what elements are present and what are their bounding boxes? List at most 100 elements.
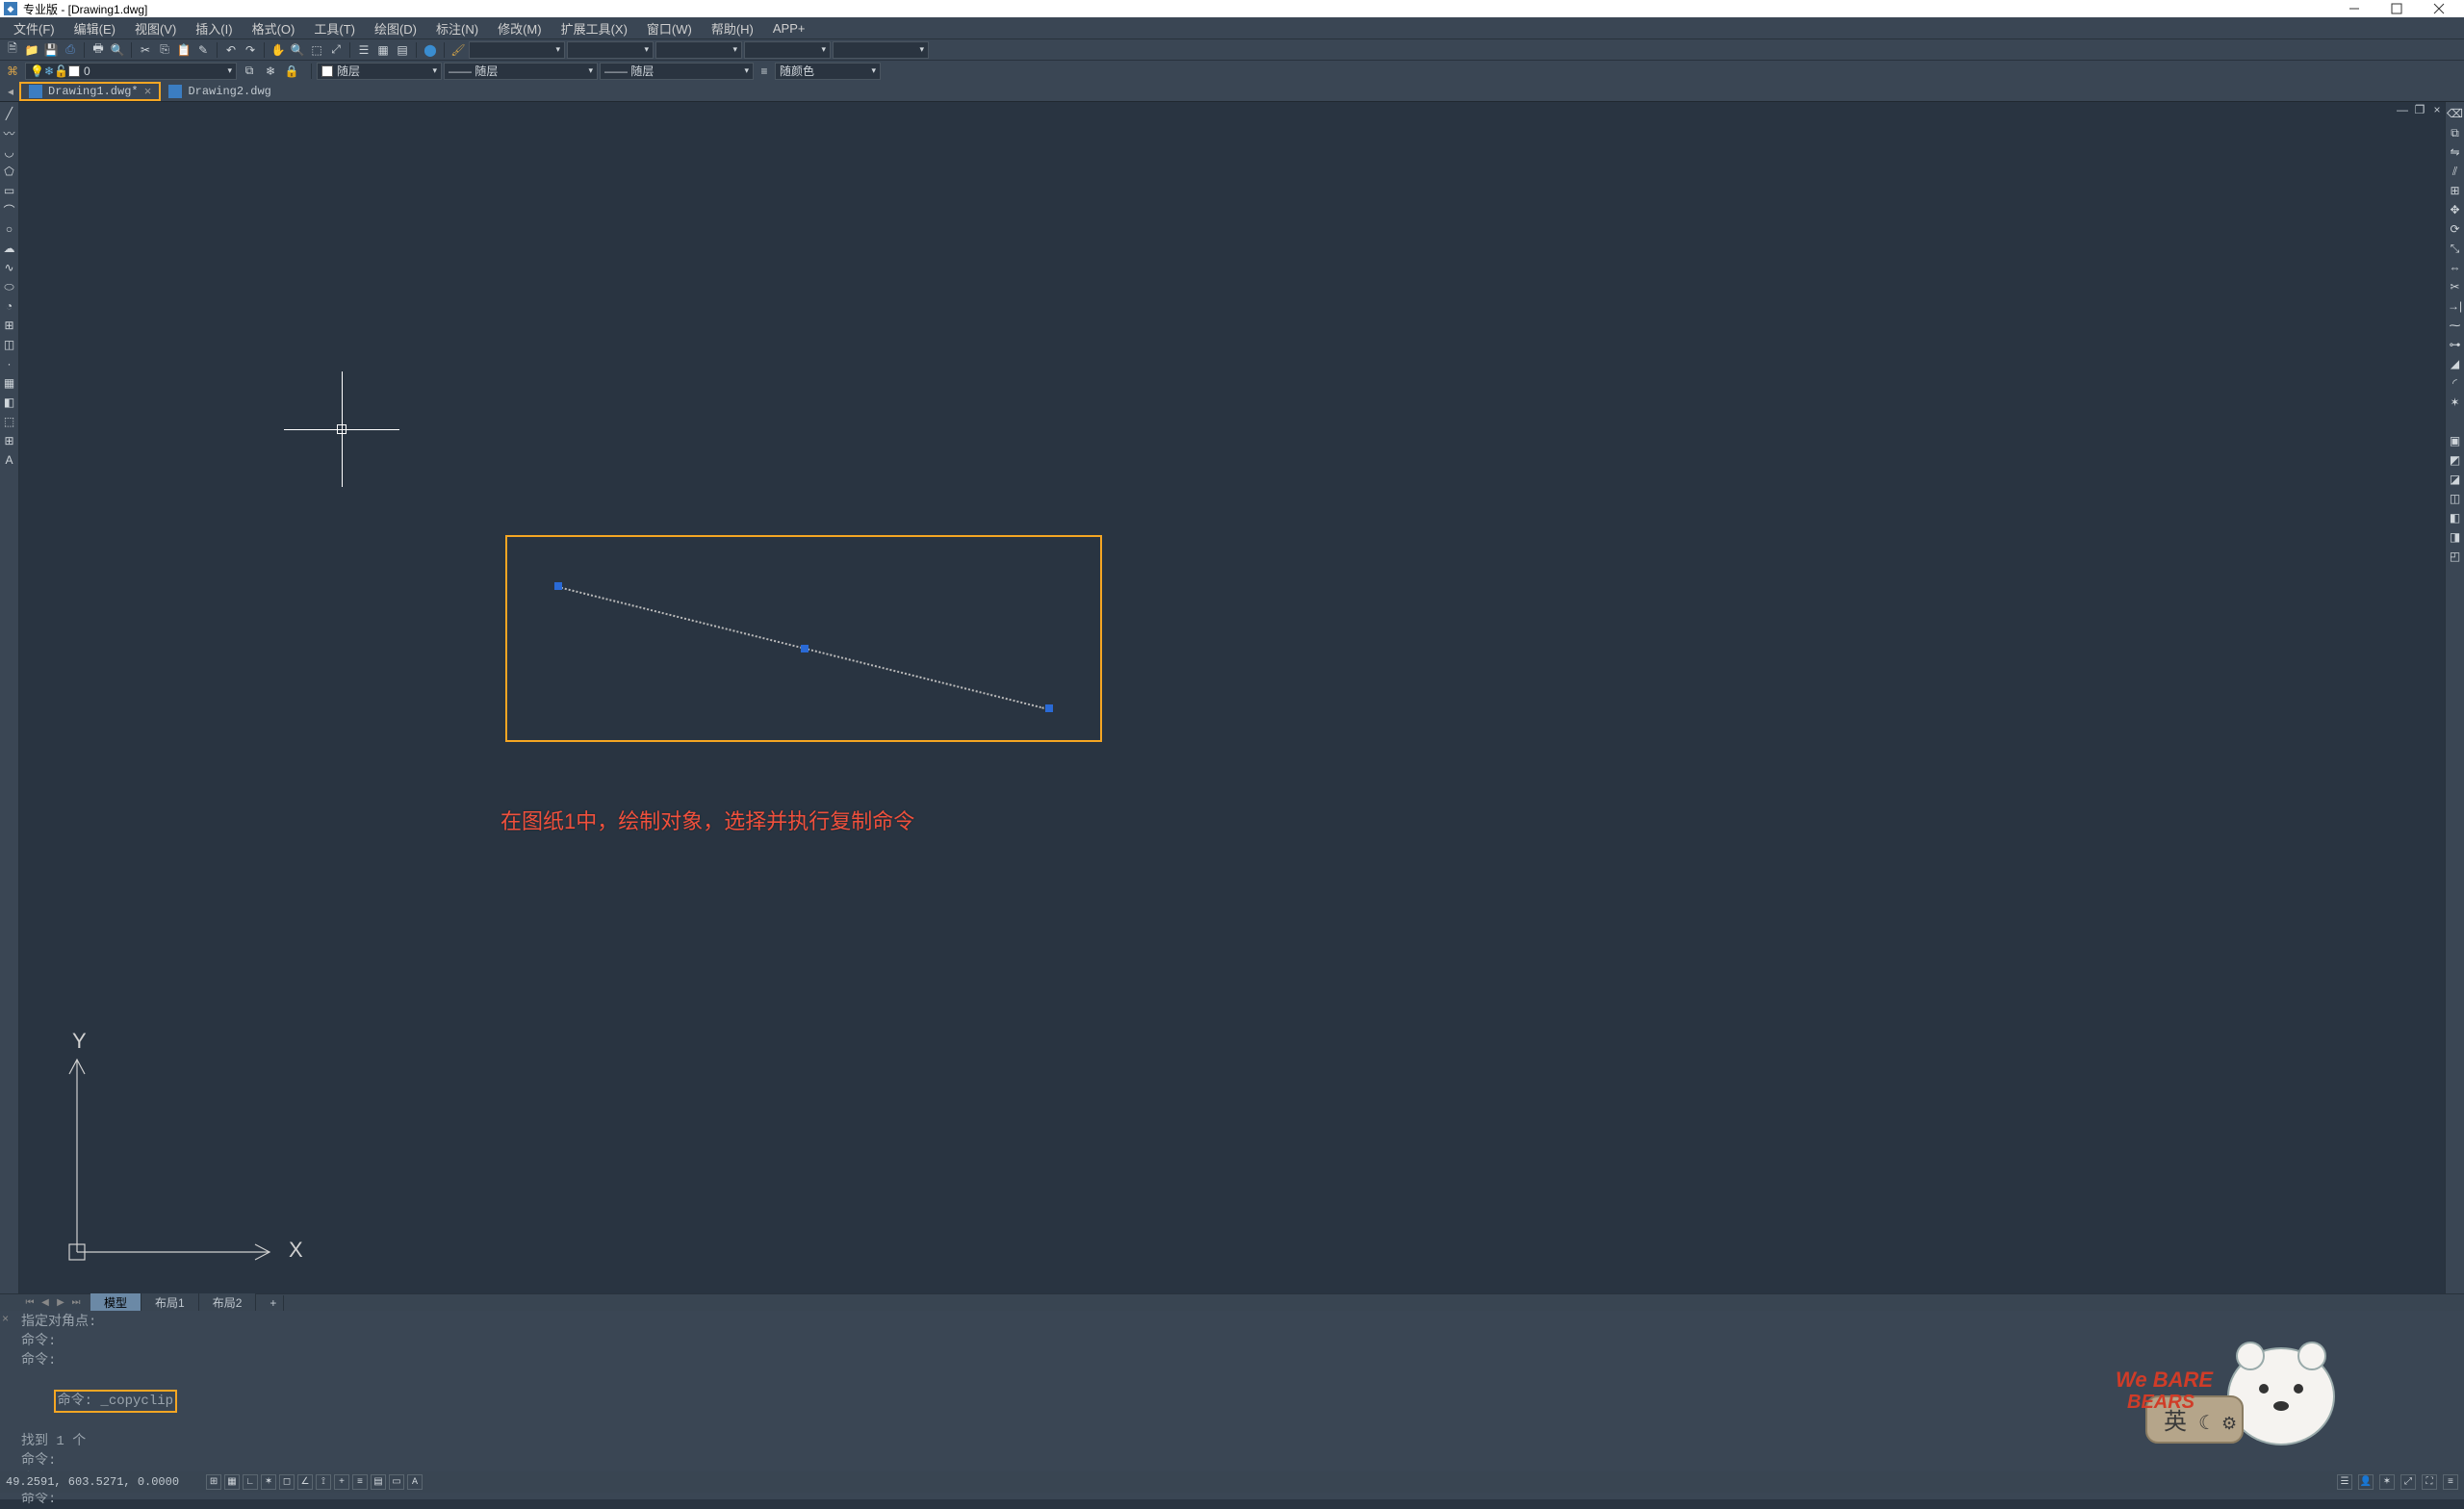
menu-app[interactable]: APP+ xyxy=(763,19,815,38)
maximize-button[interactable] xyxy=(2375,0,2418,17)
ellipse-icon[interactable]: ⬭ xyxy=(2,279,17,294)
array-icon[interactable]: ⊞ xyxy=(2448,183,2463,198)
menu-view[interactable]: 视图(V) xyxy=(125,17,186,39)
tool-palettes-icon[interactable]: ▤ xyxy=(394,41,411,59)
folder-icon[interactable]: 📁 xyxy=(23,41,40,59)
dyn-toggle[interactable]: + xyxy=(334,1474,349,1490)
layer-manager-icon[interactable]: ⌘ xyxy=(4,63,21,80)
color-dropdown[interactable]: 随层 xyxy=(317,63,442,80)
design-icon[interactable]: ▦ xyxy=(374,41,392,59)
arc2-icon[interactable]: ⌒ xyxy=(2,202,17,217)
status-person-icon[interactable]: 👤 xyxy=(2358,1474,2374,1490)
offset-icon[interactable]: ⫽ xyxy=(2448,164,2463,179)
status-extra2[interactable]: ✶ xyxy=(2379,1474,2395,1490)
mdi-min-icon[interactable]: — xyxy=(2397,104,2408,115)
scale-icon[interactable]: ⤡ xyxy=(2448,241,2463,256)
break-icon[interactable]: ⁓ xyxy=(2448,318,2463,333)
revcloud-icon[interactable]: ☁ xyxy=(2,241,17,256)
extra7-icon[interactable]: ◰ xyxy=(2448,549,2463,564)
style3-dropdown[interactable] xyxy=(655,41,742,59)
snap-toggle[interactable]: ⊞ xyxy=(206,1474,221,1490)
print-icon[interactable]: 🖶 xyxy=(90,41,107,59)
layout-first-icon[interactable]: ⏮ xyxy=(23,1297,37,1308)
pan-icon[interactable]: ✋ xyxy=(270,41,287,59)
table-icon[interactable]: ⊞ xyxy=(2,433,17,448)
menu-window[interactable]: 窗口(W) xyxy=(637,17,702,39)
props-icon[interactable]: ☰ xyxy=(355,41,372,59)
layout-tab-add[interactable]: + xyxy=(256,1295,284,1311)
extra6-icon[interactable]: ◨ xyxy=(2448,529,2463,545)
polyline-icon[interactable]: 〰 xyxy=(2,125,17,141)
tab-prev-icon[interactable]: ◂ xyxy=(2,82,19,101)
copy-obj-icon[interactable]: ⧉ xyxy=(2448,125,2463,141)
model-toggle[interactable]: ▭ xyxy=(389,1474,404,1490)
ellipse-arc-icon[interactable]: ◔ xyxy=(2,298,17,314)
calc-icon[interactable]: ⬤ xyxy=(422,41,439,59)
menu-dim[interactable]: 标注(N) xyxy=(426,17,488,39)
new-icon[interactable]: 🗎 xyxy=(4,41,21,59)
preview-icon[interactable]: 🔍 xyxy=(109,41,126,59)
otrack-toggle[interactable]: ∠ xyxy=(297,1474,313,1490)
rectangle-icon[interactable]: ▭ xyxy=(2,183,17,198)
region-icon[interactable]: ⬚ xyxy=(2,414,17,429)
erase-icon[interactable]: ⌫ xyxy=(2448,106,2463,121)
layer-lock-icon[interactable]: 🔒 xyxy=(283,63,300,80)
command-close-icon[interactable]: × xyxy=(2,1313,9,1326)
rotate-icon[interactable]: ⟳ xyxy=(2448,221,2463,237)
style-dropdown[interactable] xyxy=(469,41,565,59)
mirror-icon[interactable]: ⇋ xyxy=(2448,144,2463,160)
zoomext-icon[interactable]: ⤢ xyxy=(327,41,345,59)
menu-file[interactable]: 文件(F) xyxy=(4,17,64,39)
insert-icon[interactable]: ⊞ xyxy=(2,318,17,333)
arc-icon[interactable]: ◡ xyxy=(2,144,17,160)
gradient-icon[interactable]: ◧ xyxy=(2,395,17,410)
ducs-toggle[interactable]: ⟟ xyxy=(316,1474,331,1490)
menu-tools[interactable]: 工具(T) xyxy=(304,17,365,39)
menu-modify[interactable]: 修改(M) xyxy=(488,17,552,39)
extend-icon[interactable]: →| xyxy=(2448,298,2463,314)
lineweight-icon[interactable]: ≡ xyxy=(756,63,773,80)
plotstyle-dropdown[interactable]: 随颜色 xyxy=(775,63,881,80)
block-icon[interactable]: ◫ xyxy=(2,337,17,352)
zoom-icon[interactable]: 🔍 xyxy=(289,41,306,59)
file-tab-2[interactable]: Drawing2.dwg xyxy=(161,82,278,101)
cut-icon[interactable]: ✂ xyxy=(137,41,154,59)
drawing-canvas[interactable]: — ❐ × 在图纸1中，绘制对象，选择并执行复制命令 X Y xyxy=(19,102,2445,1293)
style5-dropdown[interactable] xyxy=(833,41,929,59)
save-icon[interactable]: 💾 xyxy=(42,41,60,59)
chamfer-icon[interactable]: ◢ xyxy=(2448,356,2463,371)
brush-icon[interactable]: 🖌 xyxy=(449,41,467,59)
menu-edit[interactable]: 编辑(E) xyxy=(64,17,125,39)
move-icon[interactable]: ✥ xyxy=(2448,202,2463,217)
layout-tab-1[interactable]: 布局1 xyxy=(141,1293,199,1312)
polar-toggle[interactable]: ✶ xyxy=(261,1474,276,1490)
layer-dropdown[interactable]: 💡 ❄ 🔓 0 xyxy=(25,63,237,80)
line-icon[interactable]: ╱ xyxy=(2,106,17,121)
style4-dropdown[interactable] xyxy=(744,41,831,59)
status-settings-icon[interactable]: ≡ xyxy=(2443,1474,2458,1490)
redo-icon[interactable]: ↷ xyxy=(242,41,259,59)
extra2-icon[interactable]: ◩ xyxy=(2448,452,2463,468)
hatch-icon[interactable]: ▦ xyxy=(2,375,17,391)
point-icon[interactable]: · xyxy=(2,356,17,371)
grip-start[interactable] xyxy=(554,582,562,590)
menu-help[interactable]: 帮助(H) xyxy=(702,17,763,39)
layout-prev-icon[interactable]: ◀ xyxy=(38,1297,52,1308)
ortho-toggle[interactable]: ∟ xyxy=(243,1474,258,1490)
linetype-dropdown[interactable]: —— 随层 xyxy=(444,63,598,80)
trim-icon[interactable]: ✂ xyxy=(2448,279,2463,294)
copy-icon[interactable]: ⎘ xyxy=(156,41,173,59)
text-icon[interactable]: A xyxy=(2,452,17,468)
stretch-icon[interactable]: ⇔ xyxy=(2448,260,2463,275)
layer-state-icon[interactable]: ⧉ xyxy=(241,63,258,80)
layer-freeze-icon[interactable]: ❄ xyxy=(262,63,279,80)
menu-ext[interactable]: 扩展工具(X) xyxy=(552,17,637,39)
join-icon[interactable]: ⊶ xyxy=(2448,337,2463,352)
close-button[interactable] xyxy=(2418,0,2460,17)
layout-last-icon[interactable]: ⏭ xyxy=(69,1297,83,1308)
status-extra3[interactable]: ⤢ xyxy=(2400,1474,2416,1490)
status-fullscreen-icon[interactable]: ⛶ xyxy=(2422,1474,2437,1490)
menu-format[interactable]: 格式(O) xyxy=(243,17,305,39)
style2-dropdown[interactable] xyxy=(567,41,654,59)
menu-draw[interactable]: 绘图(D) xyxy=(365,17,426,39)
